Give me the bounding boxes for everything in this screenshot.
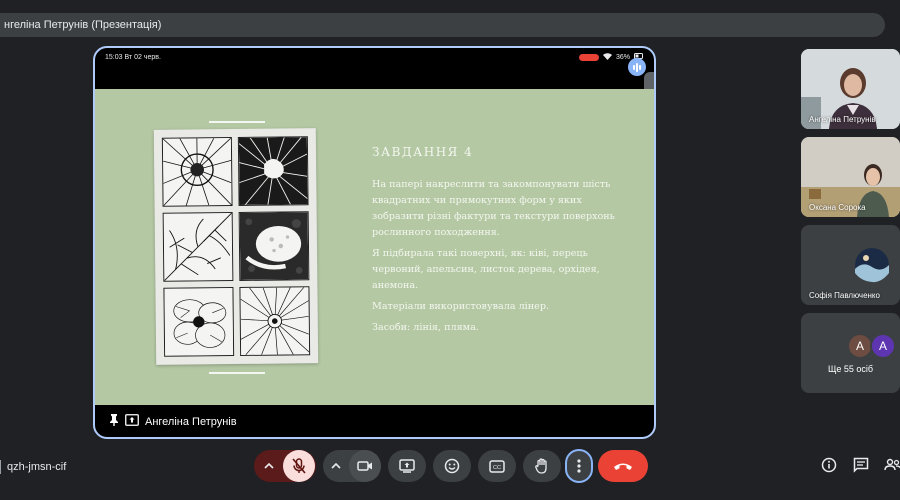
wifi-icon [602, 52, 612, 62]
more-options-button[interactable] [565, 449, 593, 483]
camera-control-group [323, 450, 381, 482]
slide: ЗАВДАННЯ 4 На папері накреслити та заком… [95, 89, 654, 405]
participant-name-3: Софія Павлюченко [809, 291, 880, 300]
meeting-details-button[interactable] [819, 457, 839, 478]
chat-icon [853, 457, 869, 478]
emoji-icon [444, 458, 460, 474]
participant-name-2: Оксана Сорока [809, 203, 866, 212]
info-icon [821, 457, 837, 478]
participant-tile-2[interactable]: Оксана Сорока [801, 137, 900, 217]
camera-toggle-button[interactable] [349, 450, 381, 482]
battery-level: 36% [615, 53, 630, 61]
meeting-code: qzh-jmsn-cif [7, 461, 67, 473]
mic-toggle-button[interactable] [283, 450, 315, 482]
status-date: Вт 02 черв. [124, 53, 161, 61]
texture-drawing-photo [153, 128, 319, 365]
slide-text-block: ЗАВДАННЯ 4 На папері накреслити та заком… [372, 145, 617, 341]
present-icon [399, 459, 415, 473]
reactions-button[interactable] [433, 450, 471, 482]
presentation-stage[interactable]: 15:03 Вт 02 черв. 36% ‹ [93, 46, 656, 439]
end-call-button[interactable] [598, 450, 648, 482]
side-panel-controls [819, 457, 900, 478]
slide-paragraph-4: Засоби: лінія, пляма. [372, 322, 479, 333]
present-button[interactable] [388, 450, 426, 482]
slide-decor-line-top [209, 121, 265, 123]
participant-tile-1[interactable]: Ангеліна Петрунів [801, 49, 900, 129]
raise-hand-icon [535, 458, 549, 474]
presenter-label: Ангеліна Петрунів [109, 414, 237, 429]
more-participants-tile[interactable]: A A Ще 55 осіб [801, 313, 900, 393]
presentation-title-bar: нгеліна Петрунів (Презентація) [0, 13, 885, 37]
captions-button[interactable]: CC [478, 450, 516, 482]
people-icon [884, 457, 900, 478]
divider [0, 460, 1, 474]
recording-indicator-icon [578, 53, 599, 61]
end-call-icon [613, 461, 633, 471]
texture-leaf [162, 212, 234, 282]
more-participants-label: Ще 55 осіб [827, 364, 874, 374]
mic-options-button[interactable] [255, 450, 283, 482]
svg-text:CC: CC [493, 465, 501, 471]
chevron-up-icon [331, 463, 341, 469]
status-time: 15:03 [105, 53, 123, 61]
raise-hand-button[interactable] [523, 450, 561, 482]
screen-share-icon [125, 414, 139, 429]
camera-options-button[interactable] [323, 450, 349, 482]
device-status-bar: 15:03 Вт 02 черв. 36% [95, 48, 654, 66]
mic-control-group [254, 450, 316, 482]
slide-paragraph-1: На папері накреслити та закомпонувати ші… [372, 179, 615, 238]
texture-kiwi [161, 137, 233, 207]
participant-name-1: Ангеліна Петрунів [809, 115, 876, 124]
window-title: нгеліна Петрунів (Презентація) [4, 19, 162, 31]
texture-orange [238, 211, 310, 281]
participant-tile-3[interactable]: Софія Павлюченко [801, 225, 900, 305]
slide-paragraph-2: Я підбирала такі поверхні, як: ківі, пер… [372, 248, 600, 291]
people-button[interactable] [883, 458, 900, 476]
more-vert-icon [577, 459, 581, 473]
more-participants-avatars: A A [847, 333, 896, 359]
pin-icon[interactable] [109, 414, 119, 429]
status-left: 15:03 Вт 02 черв. [105, 54, 161, 61]
slide-decor-line-bottom [209, 372, 265, 374]
chevron-up-icon [264, 463, 274, 469]
chat-button[interactable] [851, 457, 871, 478]
mic-off-icon [292, 458, 306, 474]
avatar: A [870, 333, 896, 359]
slide-paragraph-3: Матеріали використовувала лінер. [372, 301, 550, 312]
presenter-name: Ангеліна Петрунів [145, 415, 237, 428]
meeting-code-area: qzh-jmsn-cif [0, 460, 66, 474]
texture-anemone [239, 286, 311, 356]
meet-window: нгеліна Петрунів (Презентація) 15:03 Вт … [0, 0, 900, 500]
captions-icon: CC [489, 459, 505, 473]
speaking-indicator-icon [628, 58, 646, 76]
slide-title: ЗАВДАННЯ 4 [372, 145, 474, 159]
camera-icon [357, 460, 373, 472]
texture-pepper [237, 136, 309, 206]
texture-orchid [163, 287, 235, 357]
